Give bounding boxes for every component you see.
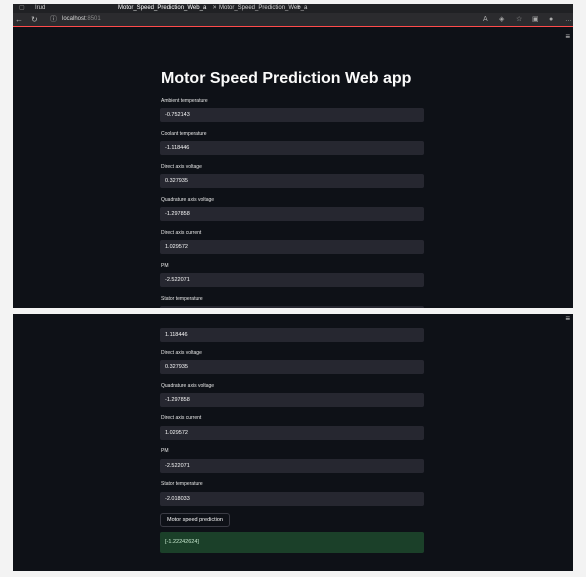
- direct-axis-voltage-input[interactable]: 0.327935: [160, 360, 424, 374]
- tab-1-title: Irud: [35, 5, 46, 11]
- field-label-quadrature-axis-voltage: Quadrature axis voltage: [161, 197, 215, 203]
- close-icon[interactable]: ✕: [212, 5, 216, 11]
- tab-1[interactable]: Irud: [35, 4, 95, 13]
- tab-2-active[interactable]: Motor_Speed_Prediction_Web_a ✕: [118, 4, 216, 13]
- tab-2-title: Motor_Speed_Prediction_Web_a: [118, 5, 207, 11]
- field-label-quadrature-axis-voltage: Quadrature axis voltage: [161, 383, 215, 389]
- address-bar: ← ↻ ⓘ localhost:8501 A ◈ ☆ ▣ ● …: [13, 13, 573, 26]
- coolant-temperature-input[interactable]: -1.118446: [160, 141, 424, 155]
- more-options-icon[interactable]: …: [565, 13, 572, 26]
- field-label-direct-axis-voltage: Direct axis voltage: [161, 164, 202, 170]
- direct-axis-current-input[interactable]: 1.029572: [160, 240, 424, 254]
- field-label-direct-axis-current: Direct axis current: [161, 230, 202, 236]
- quadrature-axis-voltage-input[interactable]: -1.297858: [160, 393, 424, 407]
- reload-icon[interactable]: ↻: [31, 13, 38, 26]
- profile-avatar-icon[interactable]: ●: [549, 13, 553, 26]
- back-arrow-icon[interactable]: ←: [15, 13, 23, 26]
- pm-input[interactable]: -2.522071: [160, 459, 424, 473]
- url-port: :8501: [85, 16, 101, 22]
- stator-temperature-input[interactable]: [160, 306, 424, 308]
- url-host: localhost: [62, 16, 86, 22]
- ambient-temperature-input[interactable]: -0.752143: [160, 108, 424, 122]
- read-aloud-icon[interactable]: A: [483, 13, 488, 26]
- direct-axis-current-input[interactable]: 1.029572: [160, 426, 424, 440]
- field-label-ambient-temperature: Ambient temperature: [161, 98, 208, 104]
- field-label-direct-axis-voltage: Direct axis voltage: [161, 350, 202, 356]
- field-label-pm: PM: [161, 448, 169, 454]
- prediction-result: [-1.22242624]: [160, 532, 424, 553]
- tab-strip-icon[interactable]: ▢: [19, 4, 29, 13]
- field-label-stator-temperature: Stator temperature: [161, 296, 203, 302]
- direct-axis-voltage-input[interactable]: 0.327935: [160, 174, 424, 188]
- page-title: Motor Speed Prediction Web app: [161, 70, 412, 87]
- hamburger-menu-icon[interactable]: ≡: [565, 314, 570, 323]
- hamburger-menu-icon[interactable]: ≡: [565, 32, 570, 41]
- favorites-icon[interactable]: ☆: [516, 13, 522, 26]
- url-field[interactable]: localhost:8501: [62, 13, 101, 26]
- collections-icon[interactable]: ▣: [532, 13, 539, 26]
- motor-speed-prediction-button[interactable]: Motor speed prediction: [160, 513, 230, 527]
- stator-temperature-input[interactable]: -2.018033: [160, 492, 424, 506]
- extensions-icon[interactable]: ◈: [499, 13, 504, 26]
- field-label-direct-axis-current: Direct axis current: [161, 415, 202, 421]
- top-screenshot-panel: ▢ Irud Motor_Speed_Prediction_Web_a ✕ Mot…: [13, 4, 573, 308]
- coolant-temperature-input[interactable]: 1.118446: [160, 328, 424, 342]
- field-label-stator-temperature: Stator temperature: [161, 481, 203, 487]
- tab-3-title: Motor_Speed_Prediction_Web_a: [219, 5, 308, 11]
- bottom-screenshot-panel: ≡ 1.118446 Direct axis voltage 0.327935 …: [13, 314, 573, 571]
- info-icon[interactable]: ⓘ: [50, 13, 57, 26]
- field-label-coolant-temperature: Coolant temperature: [161, 131, 207, 137]
- browser-tab-bar: ▢ Irud Motor_Speed_Prediction_Web_a ✕ Mot…: [13, 4, 573, 13]
- app-header-accent-line: [13, 26, 573, 27]
- quadrature-axis-voltage-input[interactable]: -1.297858: [160, 207, 424, 221]
- field-label-pm: PM: [161, 263, 169, 269]
- new-tab-button[interactable]: +: [297, 4, 307, 13]
- pm-input[interactable]: -2.522071: [160, 273, 424, 287]
